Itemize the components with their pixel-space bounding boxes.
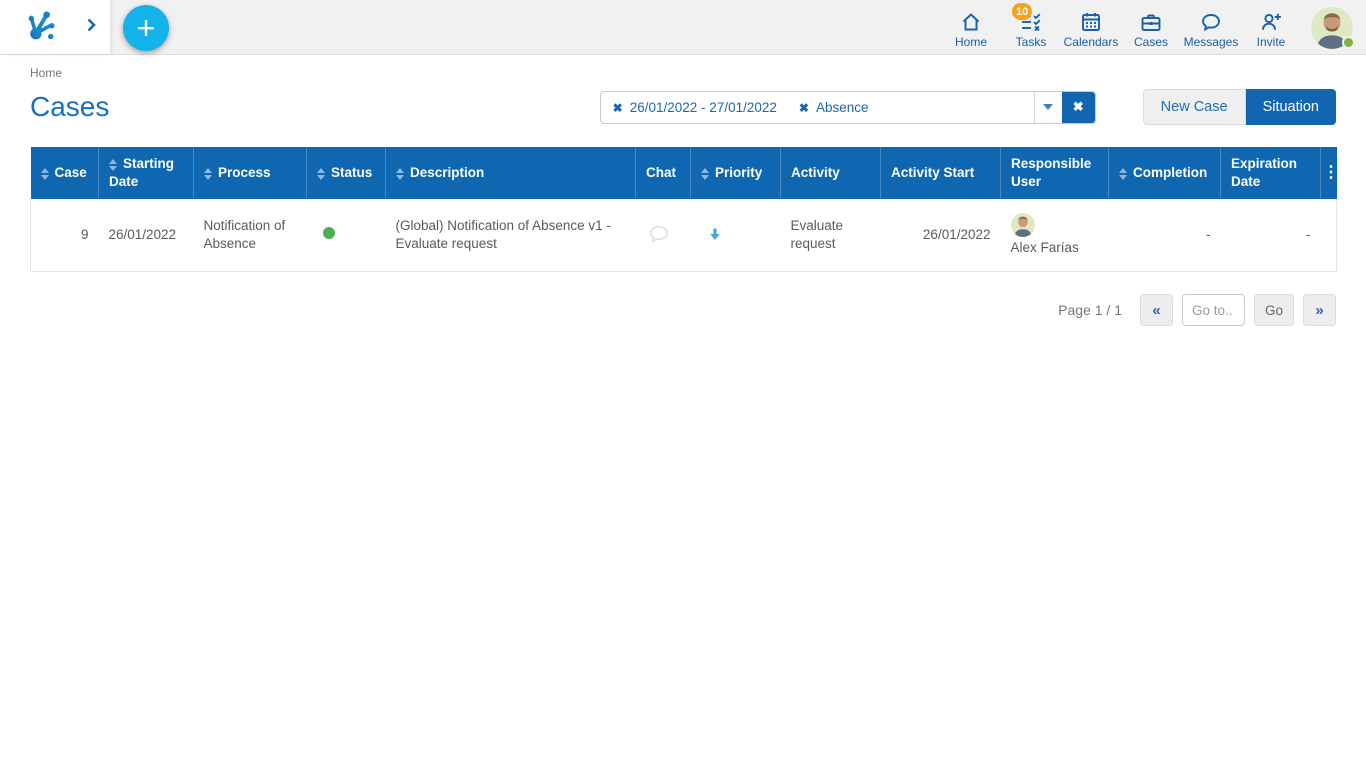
go-button[interactable]: Go — [1254, 294, 1294, 326]
cell-case-number: 9 — [31, 199, 99, 272]
priority-low-arrow-icon — [707, 227, 723, 243]
cell-row-menu — [1321, 199, 1337, 272]
column-header-process[interactable]: Process — [194, 147, 307, 199]
filter-chip-date-range[interactable]: ✖ 26/01/2022 - 27/01/2022 — [613, 100, 777, 115]
nav-cases[interactable]: Cases — [1121, 0, 1181, 55]
flokzu-logo-icon[interactable] — [26, 9, 62, 45]
column-header-responsible-user: Responsible User — [1001, 147, 1109, 199]
filter-bar: ✖ 26/01/2022 - 27/01/2022 ✖ Absence ✖ — [600, 91, 1096, 124]
cell-responsible-user: Alex Farías — [1001, 199, 1109, 272]
sort-icon — [109, 159, 117, 171]
cell-status — [307, 199, 386, 272]
cell-expiration-date: - — [1221, 199, 1321, 272]
responsible-user-avatar — [1011, 213, 1035, 237]
message-bubble-icon — [1199, 10, 1223, 34]
column-header-expiration-date: Expiration Date — [1221, 147, 1321, 199]
cell-starting-date: 26/01/2022 — [99, 199, 194, 272]
filter-chip-label: 26/01/2022 - 27/01/2022 — [630, 100, 777, 115]
main-content: Home Cases ✖ 26/01/2022 - 27/01/2022 ✖ Abs… — [0, 66, 1366, 326]
nav-messages[interactable]: Messages — [1181, 0, 1241, 55]
column-header-case[interactable]: Case — [31, 147, 99, 199]
pagination: Page 1 / 1 « Go » — [30, 294, 1336, 326]
nav-label: Cases — [1134, 35, 1168, 49]
table-header-row: Case Starting Date Process Status Descri… — [31, 147, 1337, 199]
nav-invite[interactable]: Invite — [1241, 0, 1301, 55]
column-header-activity-start: Activity Start — [881, 147, 1001, 199]
kebab-menu-icon: ⋮ — [1323, 164, 1339, 181]
view-toggle: New Case Situation — [1143, 89, 1336, 125]
logo-box — [0, 0, 110, 54]
new-case-button[interactable]: New Case — [1143, 89, 1246, 125]
nav-label: Tasks — [1016, 35, 1047, 49]
filter-chip-absence[interactable]: ✖ Absence — [799, 100, 869, 115]
remove-filter-icon[interactable]: ✖ — [613, 101, 623, 115]
invite-user-icon — [1259, 10, 1283, 34]
status-green-dot — [323, 227, 335, 239]
column-header-priority[interactable]: Priority — [691, 147, 781, 199]
home-icon — [959, 10, 983, 34]
remove-filter-icon[interactable]: ✖ — [799, 101, 809, 115]
topbar: + Home 10 Tasks — [0, 0, 1366, 55]
nav-label: Invite — [1257, 35, 1286, 49]
page-title: Cases — [30, 91, 109, 123]
sort-icon — [1119, 168, 1127, 180]
table-row[interactable]: 9 26/01/2022 Notification of Absence (Gl… — [31, 199, 1337, 272]
cell-priority — [691, 199, 781, 272]
presence-status-dot — [1342, 36, 1355, 49]
nav-calendars[interactable]: Calendars — [1061, 0, 1121, 55]
nav-label: Messages — [1184, 35, 1239, 49]
cell-completion: - — [1109, 199, 1221, 272]
sidebar-expand-icon[interactable] — [87, 18, 96, 37]
sort-icon — [701, 168, 709, 180]
column-header-activity: Activity — [781, 147, 881, 199]
cell-chat[interactable] — [636, 199, 691, 272]
clear-filters-button[interactable]: ✖ — [1062, 92, 1095, 123]
goto-page-input[interactable] — [1182, 294, 1245, 326]
column-header-description[interactable]: Description — [386, 147, 636, 199]
sort-icon — [396, 168, 404, 180]
nav-label: Calendars — [1064, 35, 1119, 49]
column-header-completion[interactable]: Completion — [1109, 147, 1221, 199]
column-options-menu[interactable]: ⋮ — [1321, 147, 1337, 199]
situation-button[interactable]: Situation — [1246, 89, 1336, 125]
first-page-button[interactable]: « — [1140, 294, 1173, 326]
new-case-fab-button[interactable]: + — [123, 5, 169, 51]
nav-tasks[interactable]: 10 Tasks — [1001, 0, 1061, 55]
cell-activity: Evaluate request — [781, 199, 881, 272]
responsible-user-name: Alex Farías — [1011, 239, 1079, 257]
breadcrumb[interactable]: Home — [30, 66, 1336, 80]
chevron-down-icon — [1043, 104, 1053, 110]
filter-chip-label: Absence — [816, 100, 869, 115]
cell-process: Notification of Absence — [194, 199, 307, 272]
cell-activity-start: 26/01/2022 — [881, 199, 1001, 272]
user-avatar[interactable] — [1311, 7, 1353, 49]
sort-icon — [317, 168, 325, 180]
briefcase-icon — [1139, 10, 1163, 34]
tasks-count-badge: 10 — [1012, 3, 1032, 20]
filter-input[interactable]: ✖ 26/01/2022 - 27/01/2022 ✖ Absence — [601, 92, 1034, 123]
chat-bubble-icon — [648, 225, 670, 245]
page-indicator: Page 1 / 1 — [1058, 302, 1122, 318]
cases-table: Case Starting Date Process Status Descri… — [30, 147, 1337, 272]
nav-home[interactable]: Home — [941, 0, 1001, 55]
calendar-icon — [1079, 10, 1103, 34]
column-header-starting-date[interactable]: Starting Date — [99, 147, 194, 199]
sort-icon — [204, 168, 212, 180]
page-header: Cases ✖ 26/01/2022 - 27/01/2022 ✖ Absence … — [30, 88, 1336, 126]
filter-dropdown-button[interactable] — [1034, 92, 1062, 123]
column-header-status[interactable]: Status — [307, 147, 386, 199]
column-header-chat: Chat — [636, 147, 691, 199]
last-page-button[interactable]: » — [1303, 294, 1336, 326]
sort-icon — [41, 168, 49, 180]
cell-description: (Global) Notification of Absence v1 - Ev… — [386, 199, 636, 272]
nav-label: Home — [955, 35, 987, 49]
top-navigation: Home 10 Tasks Calendars — [941, 0, 1366, 55]
